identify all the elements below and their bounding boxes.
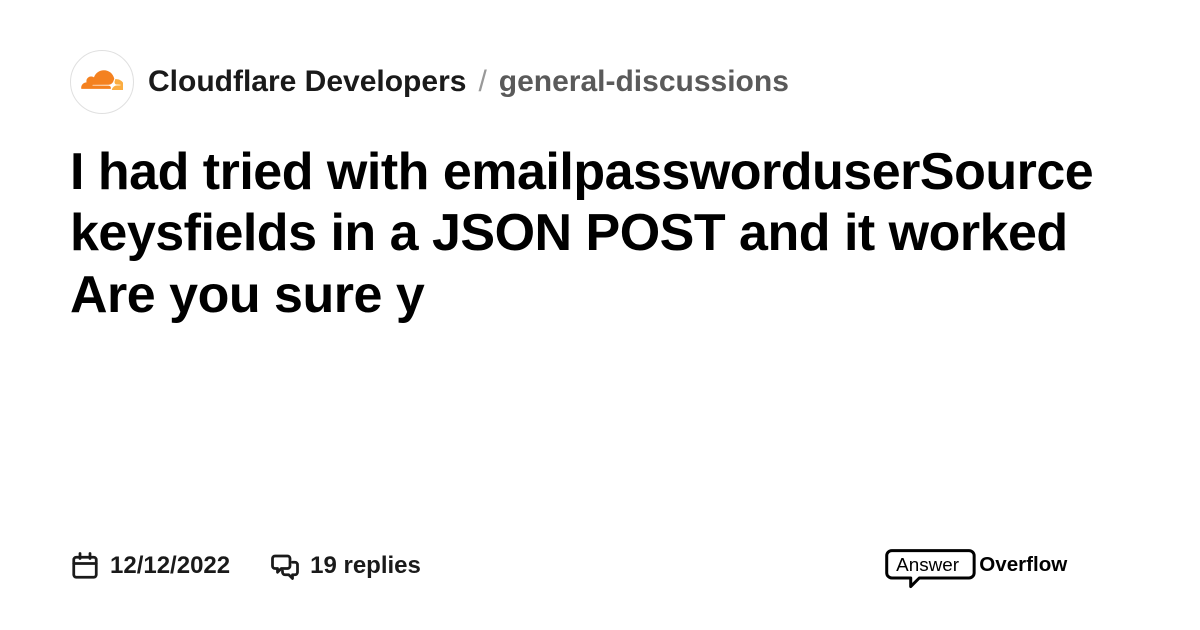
channel-name[interactable]: general-discussions (499, 65, 789, 99)
breadcrumb-header: Cloudflare Developers / general-discussi… (70, 50, 1130, 114)
breadcrumb: Cloudflare Developers / general-discussi… (148, 65, 789, 99)
post-date: 12/12/2022 (70, 551, 230, 581)
community-avatar (70, 50, 134, 114)
post-meta: 12/12/2022 19 replies (70, 551, 421, 581)
reply-count: 19 replies (270, 551, 421, 581)
cloudflare-icon (81, 68, 123, 96)
date-text: 12/12/2022 (110, 552, 230, 580)
breadcrumb-separator: / (478, 65, 486, 99)
footer: 12/12/2022 19 replies Answer Overflow (70, 542, 1130, 590)
answeroverflow-logo[interactable]: Answer Overflow (880, 542, 1130, 590)
replies-icon (270, 551, 300, 581)
logo-icon: Answer Overflow (880, 542, 1130, 590)
svg-text:Answer: Answer (896, 554, 959, 575)
post-title: I had tried with emailpassworduserSource… (70, 142, 1130, 542)
calendar-icon (70, 551, 100, 581)
replies-text: 19 replies (310, 552, 421, 580)
community-name[interactable]: Cloudflare Developers (148, 65, 466, 99)
svg-text:Overflow: Overflow (979, 553, 1068, 576)
